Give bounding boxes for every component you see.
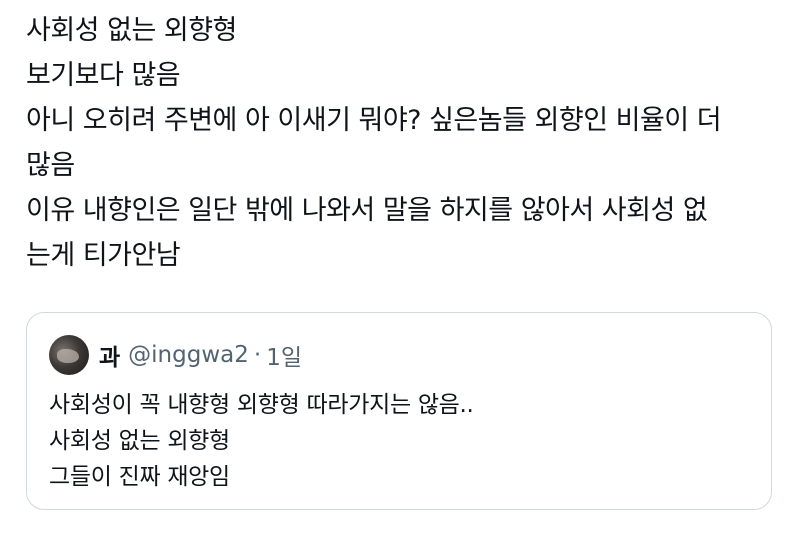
tweet-line: 보기보다 많음 [26, 60, 181, 91]
quoted-tweet-text: 사회성이 꼭 내향형 외향형 따라가지는 않음.. 사회성 없는 외향형 그들이… [49, 387, 474, 495]
quoted-tweet-header: 과 @inggwa2 · 1일 [49, 335, 302, 375]
tweet-line: 많음 [26, 150, 75, 181]
quoted-line: 사회성 없는 외향형 [49, 428, 230, 454]
tweet-line: 이유 내향인은 일단 밖에 나와서 말을 하지를 않아서 사회성 없 [26, 195, 708, 226]
quoted-line: 그들이 진짜 재앙임 [49, 464, 230, 490]
tweet-line: 는게 티가안남 [26, 240, 181, 271]
tweet-text: 사회성 없는 외향형 보기보다 많음 아니 오히려 주변에 아 이새기 뭐야? … [26, 8, 778, 278]
tweet-line: 아니 오히려 주변에 아 이새기 뭐야? 싶은놈들 외향인 비율이 더 [26, 105, 722, 136]
quoted-tweet-card[interactable]: 과 @inggwa2 · 1일 사회성이 꼭 내향형 외향형 따라가지는 않음.… [26, 312, 772, 510]
separator-dot: · [253, 342, 262, 368]
avatar[interactable] [49, 335, 89, 375]
quoted-author-name[interactable]: 과 [99, 338, 120, 372]
quoted-line: 사회성이 꼭 내향형 외향형 따라가지는 않음.. [49, 392, 474, 418]
quoted-timestamp[interactable]: 1일 [266, 338, 302, 372]
quoted-author-handle[interactable]: @inggwa2 [128, 342, 249, 368]
tweet-line: 사회성 없는 외향형 [26, 15, 237, 46]
